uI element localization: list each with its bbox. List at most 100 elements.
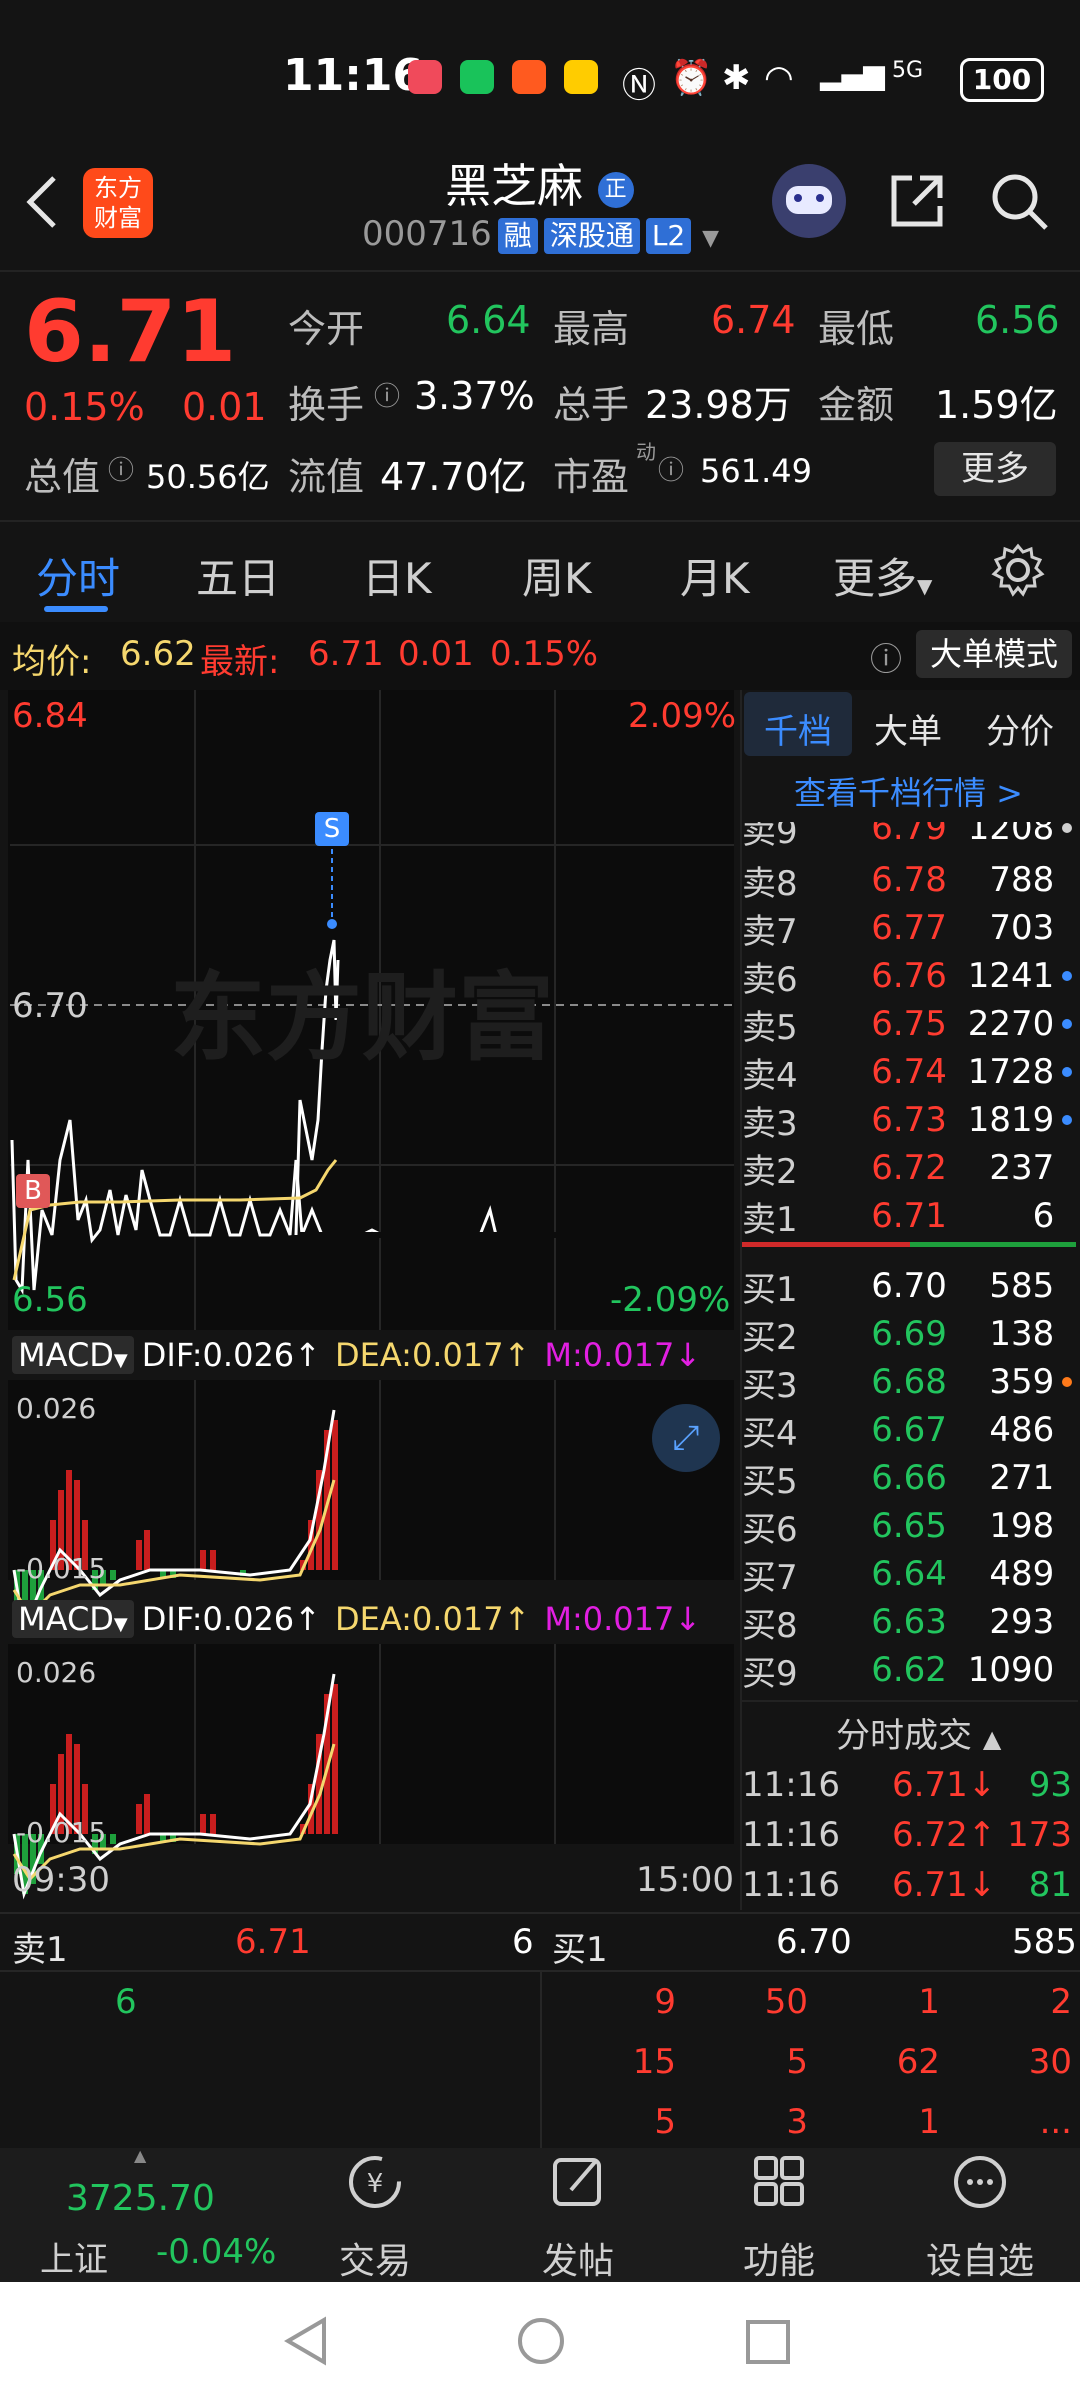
tab-intraday[interactable]: 分时 [36, 545, 120, 606]
info-icon[interactable]: ⓘ [108, 450, 134, 487]
info-icon[interactable]: ⓘ [374, 376, 400, 413]
bid-label: 买9 [742, 1653, 798, 1694]
bid-volume: 585 [989, 1266, 1055, 1306]
tab-thousand-levels[interactable]: 千档 [764, 704, 832, 753]
tab-weekly-k[interactable]: 周K [522, 545, 592, 606]
view-levels-link[interactable]: 查看千档行情 > [794, 768, 1023, 814]
change-amount: 0.01 [182, 385, 267, 429]
queue-sell-vol: 6 [512, 1922, 534, 1962]
bid-price: 6.65 [871, 1506, 947, 1546]
trade-volume: 93 [1028, 1765, 1072, 1805]
trades-header[interactable]: 分时成交 ▲ [836, 1708, 1001, 1757]
signal-icon: ▂▄▆ [820, 58, 885, 91]
pct-top: 2.09% [628, 696, 737, 736]
trade-time: 11:16 [742, 1865, 840, 1905]
ask-row[interactable]: 卖6 6.76 1241 [742, 952, 1072, 1000]
nav-function[interactable]: 功能 [709, 2232, 849, 2284]
bid-price: 6.63 [871, 1602, 947, 1642]
share-icon[interactable] [886, 170, 948, 232]
latest-pct: 0.15% [490, 634, 599, 674]
stock-code: 000716 [362, 214, 492, 254]
bid-label: 买2 [742, 1317, 798, 1358]
order-dot [1062, 971, 1072, 981]
ask-volume: 1208 [967, 808, 1055, 848]
ask-row[interactable]: 卖8 6.78 788 [742, 856, 1072, 904]
order-dot [1062, 1211, 1072, 1221]
ask-volume: 703 [989, 908, 1055, 948]
order-dot [1062, 823, 1072, 833]
bid-row[interactable]: 买9 6.62 1090 [742, 1646, 1072, 1694]
tab-price-dist[interactable]: 分价 [986, 704, 1054, 753]
float-value: 47.70亿 [380, 455, 527, 499]
ask-row[interactable]: 卖5 6.75 2270 [742, 1000, 1072, 1048]
bid-row[interactable]: 买5 6.66 271 [742, 1454, 1072, 1502]
queue-buy-order: 62 [896, 2042, 940, 2082]
help-icon[interactable]: ⓘ [870, 634, 902, 680]
order-dot [1062, 1163, 1072, 1173]
nfc-icon: Ⓝ [622, 66, 656, 106]
app-notification-icon [408, 60, 442, 94]
bid-row[interactable]: 买2 6.69 138 [742, 1310, 1072, 1358]
stock-code-line[interactable]: 000716 融深股通 L2 ▼ [362, 214, 719, 254]
trade-icon[interactable]: ¥ [305, 2152, 445, 2223]
tab-5day[interactable]: 五日 [196, 545, 280, 606]
tab-more[interactable]: 更多▼ [833, 545, 932, 606]
ask-volume: 788 [989, 860, 1055, 900]
info-icon[interactable]: ⓘ [658, 450, 684, 487]
tab-big-orders[interactable]: 大单 [874, 704, 942, 753]
ask-price: 6.71 [871, 1196, 947, 1236]
bid-row[interactable]: 买6 6.65 198 [742, 1502, 1072, 1550]
buy-marker[interactable]: B [16, 1174, 50, 1208]
macd-selector[interactable]: MACD▼ [12, 1336, 134, 1374]
tab-monthly-k[interactable]: 月K [680, 545, 750, 606]
ask-row[interactable]: 卖2 6.72 237 [742, 1144, 1072, 1192]
bid-row[interactable]: 买3 6.68 359 [742, 1358, 1072, 1406]
ask-row[interactable]: 卖4 6.74 1728 [742, 1048, 1072, 1096]
search-icon[interactable] [988, 170, 1052, 234]
system-home-icon[interactable] [516, 2316, 566, 2366]
bid-label: 买3 [742, 1365, 798, 1406]
macd-selector[interactable]: MACD▼ [12, 1600, 134, 1638]
queue-buy-order: 2 [1050, 1982, 1072, 2022]
assistant-avatar-icon[interactable] [772, 164, 846, 238]
more-dots-icon[interactable] [910, 2152, 1050, 2223]
app-notification-icon [512, 60, 546, 94]
current-price: 6.71 [24, 282, 237, 382]
trade-price: 6.72↑ [892, 1815, 997, 1855]
y-axis-mid: 6.70 [12, 986, 88, 1026]
more-button[interactable]: 更多 [934, 442, 1056, 496]
ask-volume: 6 [1032, 1196, 1055, 1236]
ask-price: 6.76 [871, 956, 947, 996]
ask-row[interactable]: 卖1 6.71 6 [742, 1192, 1072, 1240]
order-dot [1062, 1425, 1072, 1435]
ask-price: 6.73 [871, 1100, 947, 1140]
big-order-mode-button[interactable]: 大单模式 [916, 630, 1072, 678]
queue-sell-label: 卖1 [12, 1930, 68, 1970]
tab-daily-k[interactable]: 日K [362, 545, 432, 606]
pe-sup: 动 [636, 440, 656, 464]
high-value: 6.74 [711, 298, 796, 342]
post-icon[interactable] [508, 2152, 648, 2223]
ask-row[interactable]: 卖7 6.77 703 [742, 904, 1072, 952]
expand-icon[interactable]: ⤢ [652, 1404, 720, 1472]
system-recents-icon[interactable] [744, 2318, 794, 2368]
index-value[interactable]: 3725.70 [66, 2178, 215, 2219]
nav-post[interactable]: 发帖 [508, 2232, 648, 2284]
function-grid-icon[interactable] [709, 2152, 849, 2223]
ask-row[interactable]: 卖3 6.73 1819 [742, 1096, 1072, 1144]
nav-add-watchlist[interactable]: 设自选 [910, 2232, 1050, 2284]
macd-dea: DEA:0.017↑ [334, 1336, 531, 1374]
index-change: -0.04% [156, 2232, 277, 2272]
gear-icon[interactable] [990, 542, 1046, 598]
back-icon[interactable] [22, 172, 62, 232]
bid-row[interactable]: 买4 6.67 486 [742, 1406, 1072, 1454]
bid-row[interactable]: 买8 6.63 293 [742, 1598, 1072, 1646]
nav-trade[interactable]: 交易 [305, 2232, 445, 2284]
queue-buy-order: 9 [654, 1982, 676, 2022]
system-back-icon[interactable] [282, 2316, 332, 2366]
status-time: 11:16 [283, 50, 424, 101]
avg-value: 6.62 [120, 634, 196, 674]
bid-row[interactable]: 买1 6.70 585 [742, 1262, 1072, 1310]
bid-row[interactable]: 买7 6.64 489 [742, 1550, 1072, 1598]
sell-marker[interactable]: S [315, 812, 349, 846]
